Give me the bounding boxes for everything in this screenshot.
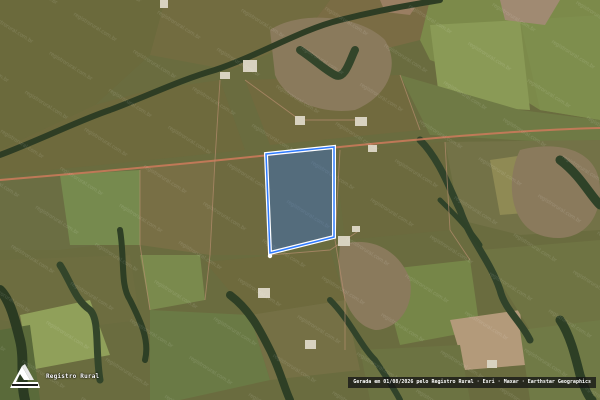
- logo-text: Registro Rural: [46, 372, 100, 380]
- satellite-imagery: registrorural.com.br: [0, 0, 600, 400]
- satellite-map[interactable]: registrorural.com.br: [0, 0, 600, 400]
- attribution-credit: Gerada em 01/08/2026 pelo Registro Rural…: [348, 377, 596, 388]
- parcel-vertex-marker: [267, 253, 273, 259]
- registro-rural-logo-icon: [10, 364, 40, 388]
- property-parcel[interactable]: [263, 144, 336, 259]
- registro-rural-logo: Registro Rural: [8, 362, 99, 390]
